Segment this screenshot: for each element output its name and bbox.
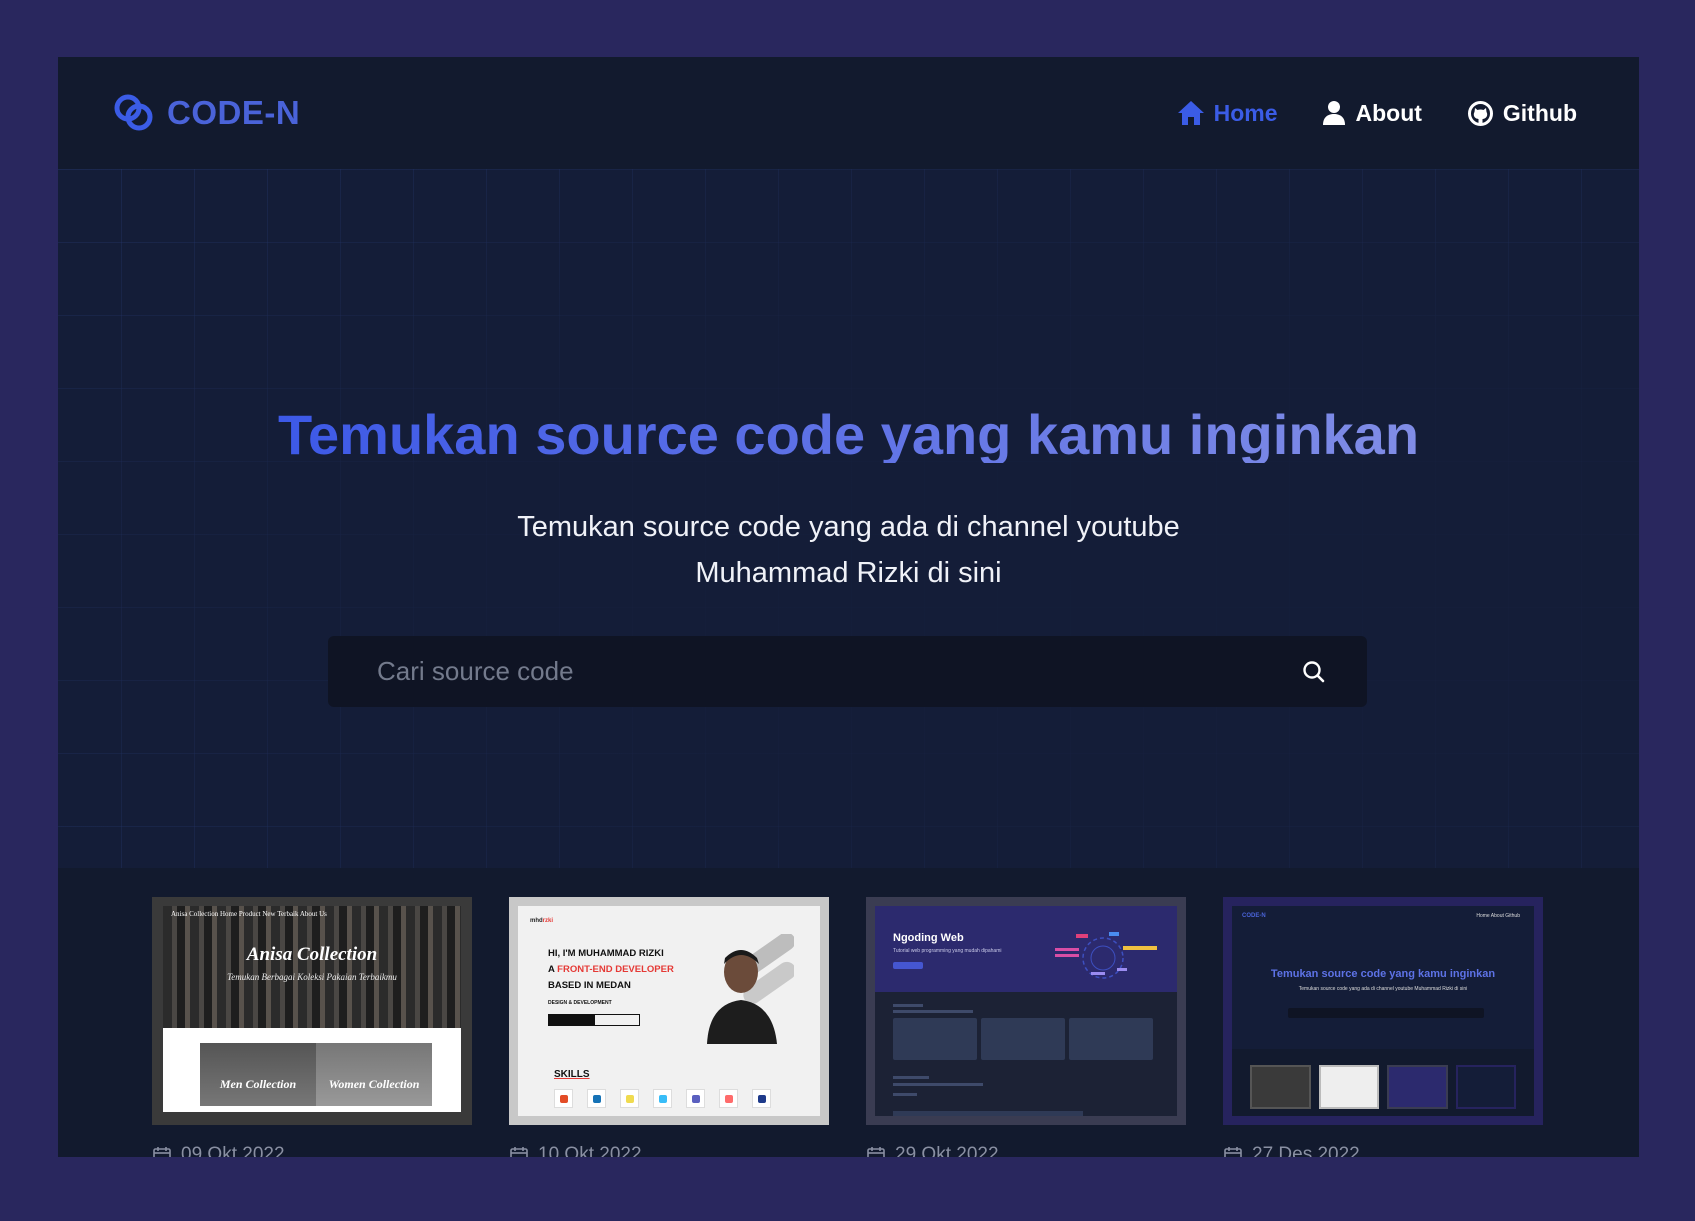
nav-github-label: Github [1502, 99, 1577, 126]
card-date: 09 Okt 2022 [152, 1144, 472, 1157]
thumb-title: Anisa Collection [246, 944, 378, 965]
hero-subtitle-line1: Temukan source code yang ada di channel … [517, 511, 1180, 543]
source-card[interactable]: Ngoding Web Tutorial web programming yan… [866, 897, 1186, 1157]
thumb-buttons [548, 1014, 640, 1026]
brand-logo[interactable]: CODE-N [111, 90, 300, 136]
github-icon [1467, 100, 1494, 127]
home-icon [1177, 100, 1205, 126]
calendar-icon [866, 1145, 886, 1157]
thumb-men-collection: Men Collection [200, 1043, 316, 1106]
nav-about-label: About [1355, 99, 1422, 126]
thumb-row [893, 1018, 1153, 1060]
thumb-skills: SKILLS [554, 1069, 590, 1080]
thumb-subtitle: Temukan source code yang ada di channel … [1298, 986, 1468, 992]
card-date: 29 Okt 2022 [866, 1144, 1186, 1157]
thumb-headline: HI, I'M MUHAMMAD RIZKI A FRONT-END DEVEL… [548, 948, 674, 1006]
thumb-title: Temukan source code yang kamu inginkan [1270, 968, 1496, 980]
thumb-women-collection: Women Collection [316, 1043, 432, 1106]
link-rings-icon [111, 90, 157, 136]
card-date-text: 29 Okt 2022 [895, 1144, 999, 1157]
search-icon[interactable] [1301, 659, 1327, 685]
brand-name: CODE-N [167, 94, 301, 131]
nav-home[interactable]: Home [1177, 99, 1278, 127]
navbar: CODE-N Home About Github [58, 57, 1639, 169]
thumb-subtitle: Temukan Berbagai Koleksi Pakaian Terbaik… [227, 972, 397, 982]
card-date-text: 09 Okt 2022 [181, 1144, 285, 1157]
thumb-cards [1232, 1049, 1534, 1116]
calendar-icon [1223, 1145, 1243, 1157]
calendar-icon [509, 1145, 529, 1157]
card-thumbnail[interactable]: Anisa Collection Home Product New Terbai… [152, 897, 472, 1125]
source-card[interactable]: Anisa Collection Home Product New Terbai… [152, 897, 472, 1157]
tech-tags-graphic [1055, 932, 1157, 979]
source-code-list: Anisa Collection Home Product New Terbai… [152, 897, 1543, 1157]
hero-title: Temukan source code yang kamu inginkan [58, 407, 1639, 463]
card-date: 27 Des 2022 [1223, 1144, 1543, 1157]
thumb-nav: Anisa Collection Home Product New Terbai… [171, 910, 327, 918]
hero-subtitle-line2: Muhammad Rizki di sini [695, 557, 1002, 589]
main-nav: Home About Github [1177, 100, 1577, 127]
search-bar [328, 636, 1367, 707]
card-thumbnail[interactable]: mhdrzki HI, I'M MUHAMMAD RIZKI A FRONT-E… [509, 897, 829, 1125]
card-thumbnail[interactable]: Ngoding Web Tutorial web programming yan… [866, 897, 1186, 1125]
app-window: CODE-N Home About Github Temukan source … [58, 57, 1639, 1157]
search-input[interactable] [375, 655, 1301, 688]
card-date-text: 10 Okt 2022 [538, 1144, 642, 1157]
thumb-logo: CODE-N [1242, 913, 1266, 919]
hero-subtitle: Temukan source code yang ada di channel … [469, 504, 1229, 596]
thumb-search [1288, 1008, 1484, 1018]
thumb-nav: Home About Github [1476, 913, 1520, 919]
portrait-image [707, 934, 794, 1044]
card-thumbnail[interactable]: CODE-N Home About Github Temukan source … [1223, 897, 1543, 1125]
source-card[interactable]: CODE-N Home About Github Temukan source … [1223, 897, 1543, 1157]
hero-section: Temukan source code yang kamu inginkan T… [58, 169, 1639, 868]
nav-about[interactable]: About [1322, 99, 1422, 127]
thumb-subtitle: Tutorial web programming yang mudah dipa… [893, 948, 1002, 954]
nav-home-label: Home [1213, 99, 1278, 126]
card-date: 10 Okt 2022 [509, 1144, 829, 1157]
calendar-icon [152, 1145, 172, 1157]
thumb-skill-icons [554, 1089, 771, 1108]
thumb-logo: mhdrzki [530, 918, 554, 924]
user-icon [1322, 100, 1346, 126]
thumb-title: Ngoding Web [893, 932, 964, 944]
card-date-text: 27 Des 2022 [1252, 1144, 1360, 1157]
source-card[interactable]: mhdrzki HI, I'M MUHAMMAD RIZKI A FRONT-E… [509, 897, 829, 1157]
nav-github[interactable]: Github [1467, 100, 1577, 127]
